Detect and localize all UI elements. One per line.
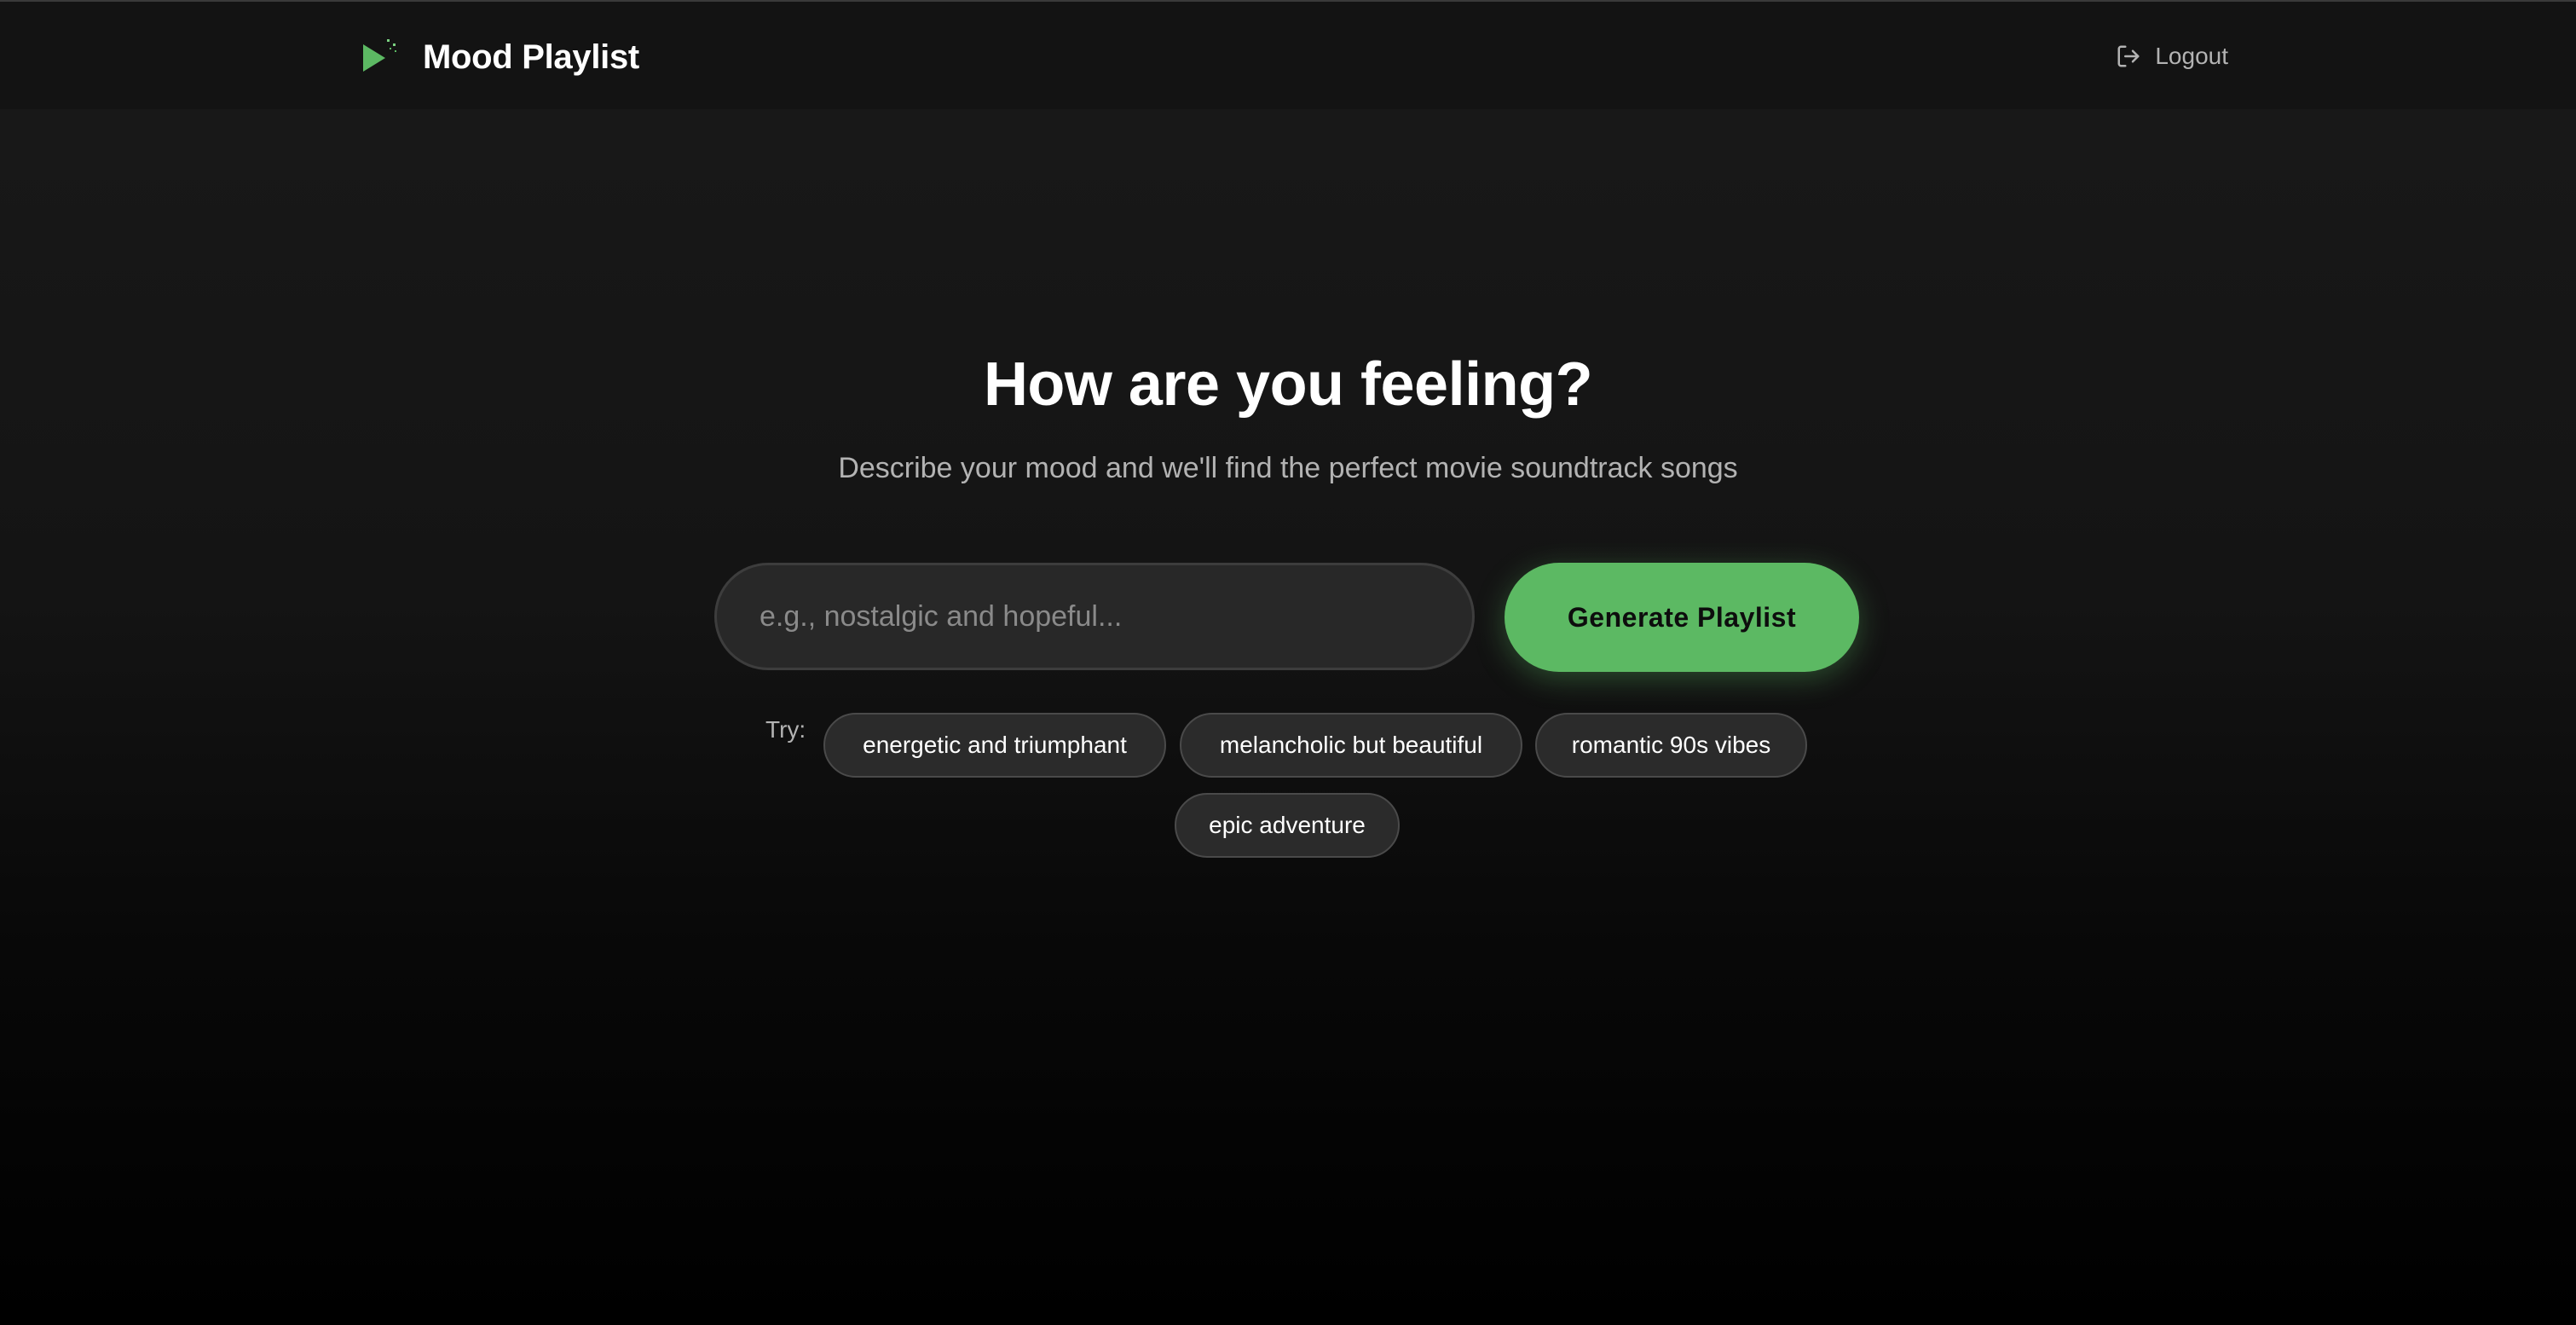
app-header: Mood Playlist Logout [0,2,2576,109]
mood-input[interactable] [714,563,1475,670]
logout-icon [2117,45,2140,67]
suggestion-chip-romantic-90s-vibes[interactable]: romantic 90s vibes [1535,713,1807,778]
page-title: How are you feeling? [983,350,1593,419]
brand-title: Mood Playlist [423,38,639,76]
page-subtitle: Describe your mood and we'll find the pe… [838,452,1738,484]
brand[interactable]: Mood Playlist [361,32,639,82]
suggestion-chip-energetic-and-triumphant[interactable]: energetic and triumphant [823,713,1166,778]
logout-label: Logout [2155,43,2228,69]
suggestion-chip-epic-adventure[interactable]: epic adventure [1175,793,1400,858]
suggestion-chip-melancholic-but-beautiful[interactable]: melancholic but beautiful [1180,713,1522,778]
logout-button[interactable]: Logout [2116,39,2228,73]
generate-playlist-button[interactable]: Generate Playlist [1505,563,1859,672]
suggestions-label: Try: [765,716,806,743]
play-sparkle-icon [363,39,396,72]
